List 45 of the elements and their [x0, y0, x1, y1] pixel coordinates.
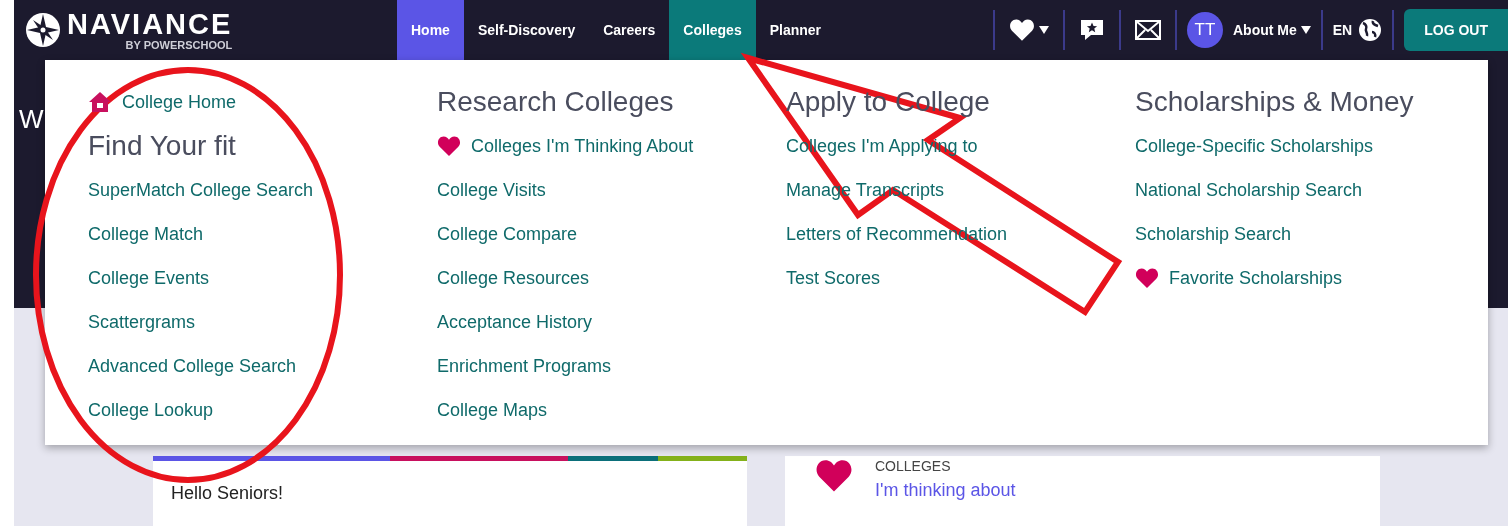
menu-link[interactable]: College Lookup [88, 399, 214, 421]
caret-icon [1039, 25, 1049, 34]
menu-link[interactable]: Acceptance History [437, 311, 593, 333]
house-icon [88, 91, 112, 113]
menu-link[interactable]: Scattergrams [88, 311, 196, 333]
menu-link[interactable]: College Events [88, 267, 210, 289]
menu-link[interactable]: SuperMatch College Search [88, 179, 314, 201]
language-button[interactable]: EN [1332, 17, 1383, 42]
compass-logo-icon [25, 11, 61, 48]
college-home-link[interactable]: College Home [122, 91, 237, 113]
menu-link[interactable]: Enrichment Programs [437, 355, 612, 377]
menu-link[interactable]: Favorite Scholarships [1169, 267, 1343, 289]
nav-tab[interactable]: Home [397, 0, 464, 60]
menu-link[interactable]: College-Specific Scholarships [1135, 135, 1374, 157]
menu-link[interactable]: Test Scores [786, 267, 881, 289]
menu-link[interactable]: College Maps [437, 399, 548, 421]
nav-tab[interactable]: Planner [755, 0, 836, 60]
brand-name: NAVIANCE [67, 8, 233, 39]
menu-link[interactable]: Advanced College Search [88, 355, 297, 377]
user-avatar[interactable]: TT [1187, 11, 1223, 48]
menu-link[interactable]: Scholarship Search [1135, 223, 1292, 245]
logout-button[interactable]: LOG OUT [1404, 8, 1508, 51]
menu-link[interactable]: National Scholarship Search [1135, 179, 1363, 201]
heart-icon [1135, 267, 1159, 289]
thinking-about-link[interactable]: I'm thinking about [875, 480, 1016, 501]
nav-tab[interactable]: Self-Discovery [463, 0, 590, 60]
menu-link[interactable]: College Resources [437, 267, 590, 289]
menu-link[interactable]: Colleges I'm Thinking About [471, 135, 694, 157]
heart-icon [815, 458, 853, 493]
heart-icon [437, 135, 461, 157]
menu-heading: Scholarships & Money [1135, 86, 1414, 118]
card-label: COLLEGES [875, 458, 952, 474]
menu-link[interactable]: College Match [88, 223, 204, 245]
menu-link[interactable]: College Visits [437, 179, 546, 201]
caret-icon [1300, 25, 1311, 34]
menu-heading: Research Colleges [437, 86, 674, 118]
menu-link[interactable]: College Compare [437, 223, 578, 245]
profile-menu[interactable]: About Me [1233, 21, 1311, 38]
menu-heading: Find Your fit [88, 130, 236, 162]
page-heading: W [19, 103, 44, 134]
message-text: Hello Seniors! [170, 482, 285, 505]
nav-tab[interactable]: Colleges [669, 0, 756, 60]
nav-tab[interactable]: Careers [589, 0, 670, 60]
heart-icon [1009, 18, 1035, 42]
brand-tagline: BY POWERSCHOOL [125, 38, 233, 51]
